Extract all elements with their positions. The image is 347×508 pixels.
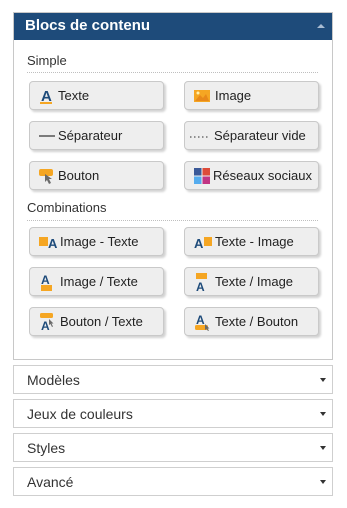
panel-title: Blocs de contenu [25,17,151,34]
block-separateur[interactable]: Séparateur [29,121,164,150]
content-blocks-panel: Blocs de contenu Simple A Texte Image Sé… [13,12,333,360]
accordion-label: Jeux de couleurs [27,406,133,422]
block-label: Texte [58,88,90,103]
block-label: Séparateur [58,128,123,143]
accordion-jeux-de-couleurs[interactable]: Jeux de couleurs [13,399,333,428]
block-label: Texte - Image [215,234,294,249]
accordion-label: Styles [27,440,66,456]
text-a-icon: A [40,88,52,105]
block-texte-bouton[interactable]: A Texte / Bouton [184,307,319,336]
svg-text:A: A [41,273,50,287]
block-label: Bouton [58,168,100,183]
block-image-texte[interactable]: A Image - Texte [29,227,164,256]
caret-down-icon [320,480,326,484]
caret-down-icon [320,446,326,450]
section-label-combinations: Combinations [27,200,107,215]
section-divider [27,72,318,73]
image-icon [194,90,210,102]
caret-down-icon [320,378,326,382]
separator-line-icon [39,135,55,137]
collapse-up-icon[interactable] [317,24,325,28]
text-over-button-icon: A [195,313,210,331]
empty-separator-icon [190,136,208,138]
accordion-styles[interactable]: Styles [13,433,333,462]
block-label: Réseaux sociaux [213,168,312,183]
section-divider [27,220,318,221]
block-label: Image [215,88,252,103]
block-texte-sur-image[interactable]: A Texte / Image [184,267,319,296]
block-texte-image[interactable]: A Texte - Image [184,227,319,256]
block-bouton[interactable]: Bouton [29,161,164,190]
block-label: Bouton / Texte [60,314,143,329]
section-label-simple: Simple [27,53,67,68]
svg-text:A: A [48,236,58,251]
image-text-icon: A [39,236,58,251]
panel-header[interactable]: Blocs de contenu [14,13,332,40]
block-label: Texte / Image [215,274,294,289]
block-reseaux-sociaux[interactable]: Réseaux sociaux [184,161,319,190]
block-texte[interactable]: A Texte [29,81,164,110]
caret-down-icon [320,412,326,416]
svg-text:A: A [196,313,205,327]
svg-text:A: A [41,319,50,331]
social-networks-icon [194,168,210,184]
accordion-label: Avancé [27,474,74,490]
svg-text:A: A [194,236,204,251]
block-label: Image / Texte [60,274,138,289]
block-label: Image - Texte [60,234,139,249]
block-separateur-vide[interactable]: Séparateur vide [184,121,319,150]
text-over-image-icon: A [196,273,207,291]
image-over-text-icon: A [41,273,52,291]
button-over-text-icon: A [40,313,54,331]
accordion-avance[interactable]: Avancé [13,467,333,496]
svg-text:A: A [196,280,205,291]
block-label: Séparateur vide [214,128,306,143]
block-image[interactable]: Image [184,81,319,110]
button-hand-icon [39,169,53,184]
block-image-sur-texte[interactable]: A Image / Texte [29,267,164,296]
block-bouton-texte[interactable]: A Bouton / Texte [29,307,164,336]
accordion-modeles[interactable]: Modèles [13,365,333,394]
text-image-icon: A [194,236,212,251]
accordion-label: Modèles [27,372,80,388]
block-label: Texte / Bouton [215,314,299,329]
